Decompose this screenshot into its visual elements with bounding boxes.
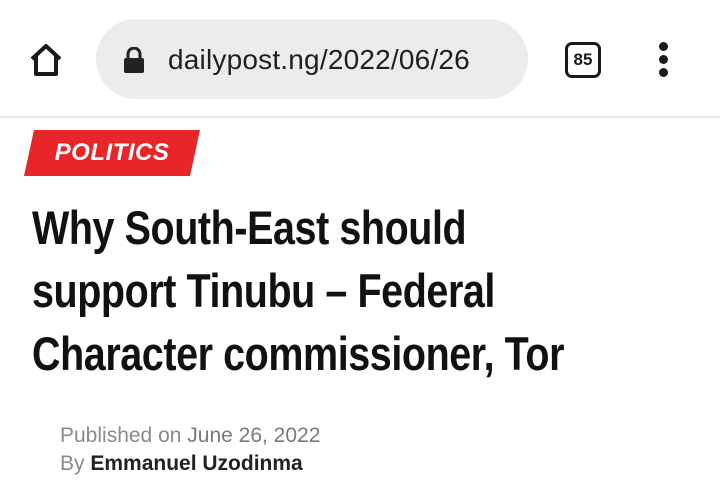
byline: By Emmanuel Uzodinma [60, 450, 320, 478]
article-meta: Published on June 26, 2022 By Emmanuel U… [60, 422, 320, 478]
lock-icon [124, 47, 144, 73]
more-menu-button[interactable] [650, 40, 678, 80]
category-badge[interactable]: POLITICS [24, 130, 200, 176]
headline-line: Character commissioner, Tor [32, 327, 565, 380]
published-prefix: Published on [60, 424, 182, 447]
browser-toolbar: dailypost.ng/2022/06/26 85 [0, 0, 720, 118]
home-button[interactable] [26, 40, 66, 80]
published-line: Published on June 26, 2022 [60, 422, 320, 450]
article-headline: Why South-East should support Tinubu – F… [32, 196, 704, 385]
published-date: June 26, 2022 [187, 424, 321, 447]
home-icon [30, 44, 62, 76]
tab-switcher-button[interactable]: 85 [565, 42, 601, 78]
category-label: POLITICS [54, 139, 170, 166]
address-bar[interactable]: dailypost.ng/2022/06/26 [96, 19, 528, 99]
by-prefix: By [60, 452, 85, 475]
url-text[interactable]: dailypost.ng/2022/06/26 [168, 41, 528, 79]
author-link[interactable]: Emmanuel Uzodinma [90, 452, 302, 475]
headline-line: Why South-East should [32, 201, 467, 254]
headline-line: support Tinubu – Federal [32, 264, 495, 317]
